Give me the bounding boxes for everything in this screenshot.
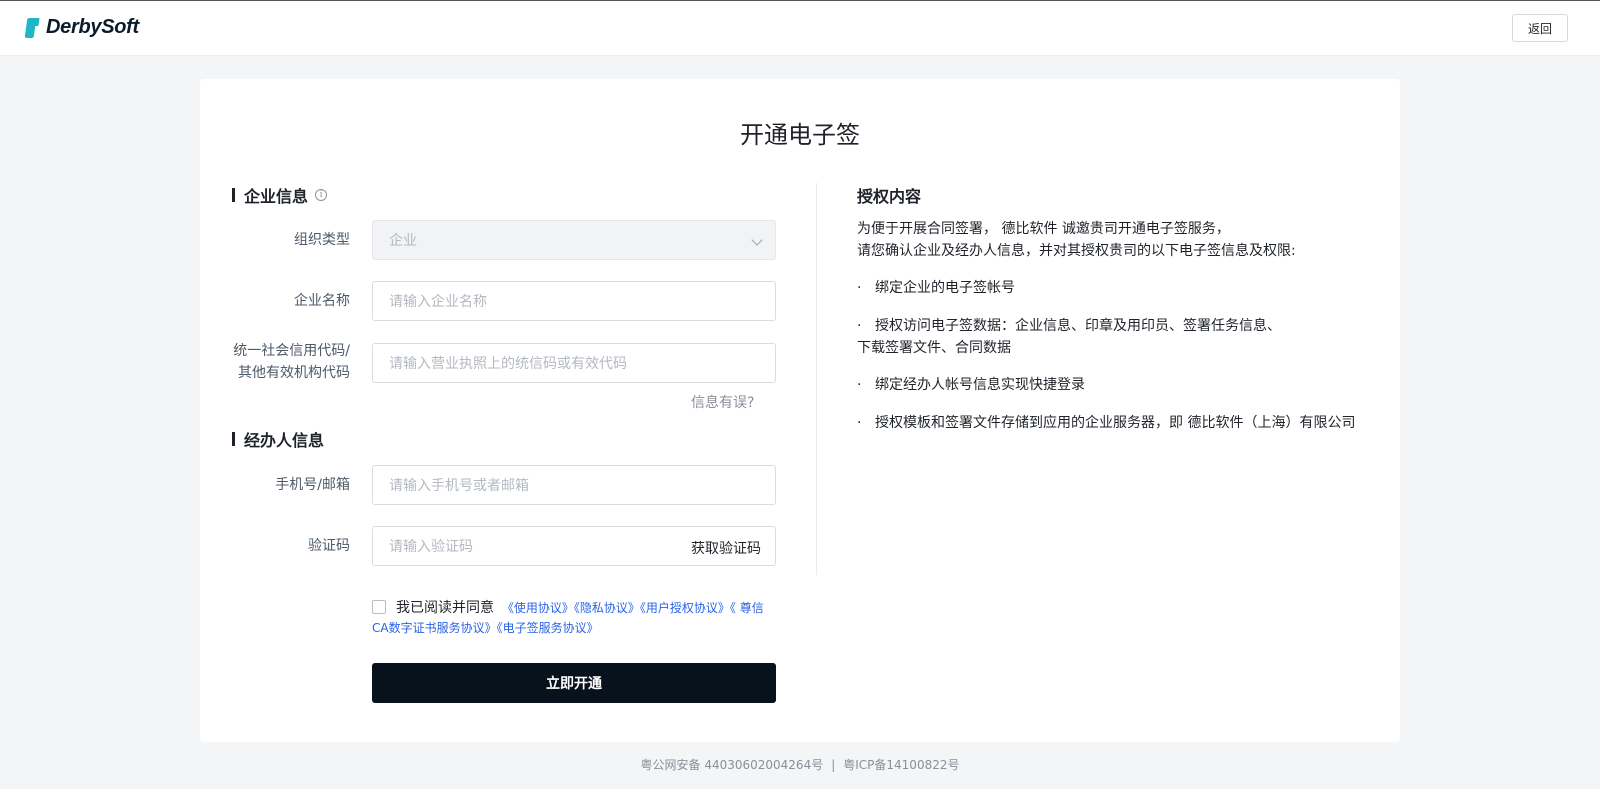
authorization-item-text-cont: 下载签署文件、合同数据 <box>857 340 1011 356</box>
company-info-heading: 企业信息 i <box>232 183 328 207</box>
verification-code-input[interactable]: 请输入验证码 获取验证码 <box>372 526 776 566</box>
authorization-intro-line1: 为便于开展合同签署， 德比软件 诚邀贵司开通电子签服务， <box>857 221 1230 237</box>
agreement-block: 我已阅读并同意 《使用协议》《隐私协议》《用户授权协议》《 尊信CA数字证书服务… <box>372 598 776 638</box>
bullet-icon: · <box>857 280 862 296</box>
authorization-item-text: 绑定经办人帐号信息实现快捷登录 <box>875 377 1085 393</box>
derbysoft-logo[interactable]: DerbySoft <box>24 16 139 39</box>
privacy-link[interactable]: 《隐私协议》 <box>574 601 640 615</box>
agreement-lead: 我已阅读并同意 <box>396 600 494 616</box>
chevron-down-icon <box>751 234 763 246</box>
credit-code-placeholder: 请输入营业执照上的统信码或有效代码 <box>389 356 627 372</box>
heading-bar <box>232 188 235 202</box>
credit-code-label: 统一社会信用代码/ 其他有效机构代码 <box>200 340 350 384</box>
company-info-title: 企业信息 <box>244 187 309 206</box>
authorization-item-text: 授权模板和签署文件存储到应用的企业服务器，即 德比软件（上海）有限公司 <box>875 415 1356 431</box>
authorization-item: · 授权模板和签署文件存储到应用的企业服务器，即 德比软件（上海）有限公司 <box>857 412 1355 434</box>
user-auth-link[interactable]: 《用户授权协议》 <box>640 601 730 615</box>
bullet-icon: · <box>857 377 862 393</box>
get-code-button[interactable]: 获取验证码 <box>691 538 761 558</box>
authorization-item: · 绑定企业的电子签帐号 <box>857 277 1015 299</box>
agent-info-title: 经办人信息 <box>244 431 325 450</box>
company-name-label: 企业名称 <box>294 293 350 309</box>
company-name-placeholder: 请输入企业名称 <box>389 294 487 310</box>
back-button[interactable]: 返回 <box>1512 14 1568 42</box>
derbysoft-logo-icon <box>24 17 40 39</box>
authorization-item: · 绑定经办人帐号信息实现快捷登录 <box>857 374 1085 396</box>
logo-text: DerbySoft <box>46 16 139 38</box>
agree-checkbox[interactable] <box>372 600 386 614</box>
footer: 粤公网安备 44030602004264号 | 粤ICP备14100822号 <box>0 756 1600 773</box>
police-record[interactable]: 粤公网安备 44030602004264号 <box>641 758 824 772</box>
esign-service-link[interactable]: 《电子签服务协议》 <box>497 621 599 635</box>
org-type-value: 企业 <box>389 233 417 249</box>
heading-bar <box>232 432 235 446</box>
bullet-icon: · <box>857 318 862 334</box>
info-error-link[interactable]: 信息有误? <box>691 392 754 412</box>
authorization-intro-line2: 请您确认企业及经办人信息，并对其授权贵司的以下电子签信息及权限: <box>857 243 1296 259</box>
contact-placeholder: 请输入手机号或者邮箱 <box>389 478 529 494</box>
credit-code-label-line1: 统一社会信用代码/ <box>233 343 350 359</box>
info-icon[interactable]: i <box>315 189 328 201</box>
org-type-select[interactable]: 企业 <box>372 220 776 260</box>
code-placeholder: 请输入验证码 <box>389 539 473 555</box>
agent-info-heading: 经办人信息 <box>232 427 324 451</box>
contact-label: 手机号/邮箱 <box>275 477 350 493</box>
authorization-item-text: 绑定企业的电子签帐号 <box>875 280 1015 296</box>
contact-input[interactable]: 请输入手机号或者邮箱 <box>372 465 776 505</box>
icp-record[interactable]: 粤ICP备14100822号 <box>843 758 959 772</box>
code-label: 验证码 <box>308 538 350 554</box>
column-divider <box>816 183 817 575</box>
credit-code-input[interactable]: 请输入营业执照上的统信码或有效代码 <box>372 343 776 383</box>
bullet-icon: · <box>857 415 862 431</box>
footer-separator: | <box>831 758 836 772</box>
activate-button[interactable]: 立即开通 <box>372 663 776 703</box>
authorization-title: 授权内容 <box>857 187 922 206</box>
authorization-item: · 授权访问电子签数据：企业信息、印章及用印员、签署任务信息、 下载签署文件、合同… <box>857 315 1281 359</box>
company-name-input[interactable]: 请输入企业名称 <box>372 281 776 321</box>
page-title: 开通电子签 <box>740 121 860 149</box>
credit-code-label-line2: 其他有效机构代码 <box>238 365 350 381</box>
terms-link[interactable]: 《使用协议》 <box>502 601 574 615</box>
org-type-label: 组织类型 <box>294 232 350 248</box>
top-header: DerbySoft 返回 <box>0 0 1600 56</box>
authorization-item-text: 授权访问电子签数据：企业信息、印章及用印员、签署任务信息、 <box>875 318 1281 334</box>
main-card: 开通电子签 企业信息 i 组织类型 企业 企业名称 请输入企业名称 统一社会信用… <box>200 79 1400 742</box>
